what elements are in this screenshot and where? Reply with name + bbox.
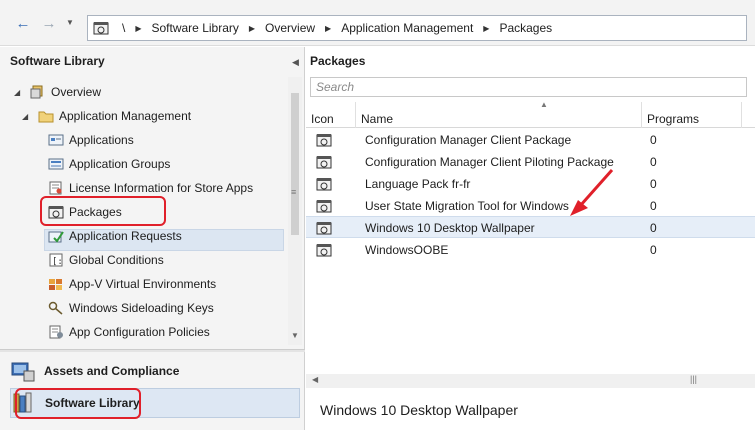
program-count: 0 — [650, 221, 657, 235]
license-icon — [49, 181, 62, 195]
pane-title: Software Library — [10, 54, 105, 68]
requests-icon — [48, 231, 64, 243]
table-row-selected[interactable]: Windows 10 Desktop Wallpaper 0 — [306, 216, 755, 238]
content-pane: Packages Search Icon ▲ Name Programs Con… — [306, 47, 755, 430]
chevron-right-icon[interactable]: ▶ — [249, 24, 255, 33]
application-groups-icon — [48, 158, 64, 170]
breadcrumb: \ ▶ Software Library ▶ Overview ▶ Applic… — [122, 21, 552, 35]
red-arrow-icon — [570, 169, 614, 216]
applications-icon — [48, 134, 64, 146]
program-count: 0 — [650, 155, 657, 169]
package-name: Language Pack fr-fr — [365, 177, 471, 191]
tree-item-label: Application Groups — [69, 157, 171, 171]
page-title: Packages — [310, 54, 366, 68]
navigation-tree: ◢ Overview ◢ Application Management Appl… — [0, 75, 290, 380]
tree-item-applications[interactable]: Applications — [48, 129, 134, 151]
workspace-label: Assets and Compliance — [44, 364, 180, 378]
overview-icon — [30, 85, 43, 99]
table-row[interactable]: Configuration Manager Client Package 0 — [306, 129, 755, 151]
conditions-icon: [:] — [49, 253, 64, 267]
pane-splitter[interactable] — [0, 349, 305, 352]
column-header-row: Icon ▲ Name Programs — [306, 100, 755, 128]
package-name: User State Migration Tool for Windows — [365, 199, 569, 213]
scroll-left-icon[interactable]: ◀ — [312, 375, 318, 384]
navigation-pane: Software Library ◀ ◢ Overview ◢ Applicat… — [0, 47, 305, 430]
tree-item-app-configuration-policies[interactable]: App Configuration Policies — [48, 321, 210, 343]
appv-icon — [49, 279, 62, 290]
breadcrumb-software-library[interactable]: Software Library — [152, 21, 239, 35]
column-header-programs[interactable]: Programs — [642, 102, 742, 128]
tree-item-application-groups[interactable]: Application Groups — [48, 153, 170, 175]
package-name: Configuration Manager Client Package — [365, 133, 572, 147]
chevron-right-icon[interactable]: ▶ — [483, 24, 489, 33]
package-icon — [316, 156, 332, 169]
breadcrumb-application-management[interactable]: Application Management — [341, 21, 473, 35]
tree-item-appv-environments[interactable]: App-V Virtual Environments — [48, 273, 216, 295]
search-input[interactable]: Search — [310, 77, 747, 97]
table-row[interactable]: User State Migration Tool for Windows 0 — [306, 195, 755, 217]
back-arrow-icon[interactable]: ← — [13, 16, 33, 32]
sort-ascending-icon: ▲ — [540, 100, 548, 109]
details-pane-title: Windows 10 Desktop Wallpaper — [320, 402, 518, 418]
program-count: 0 — [650, 177, 657, 191]
tree-item-label: Application Requests — [69, 229, 182, 243]
program-count: 0 — [650, 199, 657, 213]
tree-item-sideloading-keys[interactable]: Windows Sideloading Keys — [48, 297, 214, 319]
column-header-name[interactable]: ▲ Name — [356, 100, 642, 128]
chevron-right-icon[interactable]: ▶ — [135, 24, 141, 33]
column-header-label: Name — [361, 112, 394, 126]
scroll-down-icon[interactable]: ▼ — [291, 331, 299, 340]
program-count: 0 — [650, 133, 657, 147]
tree-scrollbar[interactable]: ≡ ▼ — [288, 77, 302, 345]
tree-item-application-management[interactable]: ◢ Application Management — [22, 105, 191, 127]
tree-item-label: Applications — [69, 133, 134, 147]
expand-triangle-icon[interactable]: ◢ — [14, 88, 24, 97]
scrollbar-thumb[interactable] — [291, 93, 299, 235]
tree-item-application-requests[interactable]: Application Requests — [48, 225, 182, 247]
tree-item-overview[interactable]: ◢ Overview — [14, 81, 101, 103]
package-icon — [316, 134, 332, 147]
svg-text:[:]: [:] — [52, 257, 64, 267]
forward-arrow-icon[interactable]: → — [39, 16, 59, 32]
expand-triangle-icon[interactable]: ◢ — [22, 112, 32, 121]
grip-icon: ||| — [690, 374, 698, 384]
assets-icon — [11, 362, 35, 382]
tree-item-label: Overview — [51, 85, 102, 99]
horizontal-scrollbar[interactable]: ◀ ||| — [306, 374, 755, 388]
tree-item-label: Windows Sideloading Keys — [69, 301, 214, 315]
policy-icon — [49, 325, 63, 339]
package-icon — [316, 244, 332, 257]
package-icon — [316, 222, 332, 235]
navigation-bar: ← → ▼ \ ▶ Software Library ▶ Overview ▶ … — [0, 0, 755, 46]
breadcrumb-packages[interactable]: Packages — [499, 21, 552, 35]
table-row[interactable]: WindowsOOBE 0 — [306, 239, 755, 261]
package-icon — [93, 22, 109, 35]
key-icon — [48, 301, 63, 315]
tree-item-label: License Information for Store Apps — [69, 181, 254, 195]
highlight-packages-annotation — [40, 196, 166, 226]
breadcrumb-overview[interactable]: Overview — [265, 21, 315, 35]
tree-item-label: Application Management — [59, 109, 192, 123]
chevron-right-icon[interactable]: ▶ — [325, 24, 331, 33]
highlight-software-library-annotation — [15, 388, 141, 419]
folder-icon — [38, 111, 54, 123]
address-bar[interactable]: \ ▶ Software Library ▶ Overview ▶ Applic… — [87, 15, 747, 41]
collapse-pane-icon[interactable]: ◀ — [292, 57, 299, 68]
column-header-icon[interactable]: Icon — [306, 102, 356, 128]
program-count: 0 — [650, 243, 657, 257]
package-name: Windows 10 Desktop Wallpaper — [365, 221, 535, 235]
grip-icon: ≡ — [291, 187, 297, 197]
package-icon — [316, 178, 332, 191]
tree-item-global-conditions[interactable]: [:] Global Conditions — [48, 249, 164, 271]
history-dropdown-icon[interactable]: ▼ — [66, 18, 74, 27]
tree-item-label: Global Conditions — [69, 253, 164, 267]
tree-item-label: App-V Virtual Environments — [69, 277, 217, 291]
table-row[interactable]: Language Pack fr-fr 0 — [306, 173, 755, 195]
tree-item-label: App Configuration Policies — [69, 325, 210, 339]
workspace-assets-and-compliance[interactable]: Assets and Compliance — [10, 356, 300, 386]
breadcrumb-root[interactable]: \ — [122, 21, 125, 35]
table-row[interactable]: Configuration Manager Client Piloting Pa… — [306, 151, 755, 173]
package-icon — [316, 200, 332, 213]
package-name: WindowsOOBE — [365, 243, 449, 257]
